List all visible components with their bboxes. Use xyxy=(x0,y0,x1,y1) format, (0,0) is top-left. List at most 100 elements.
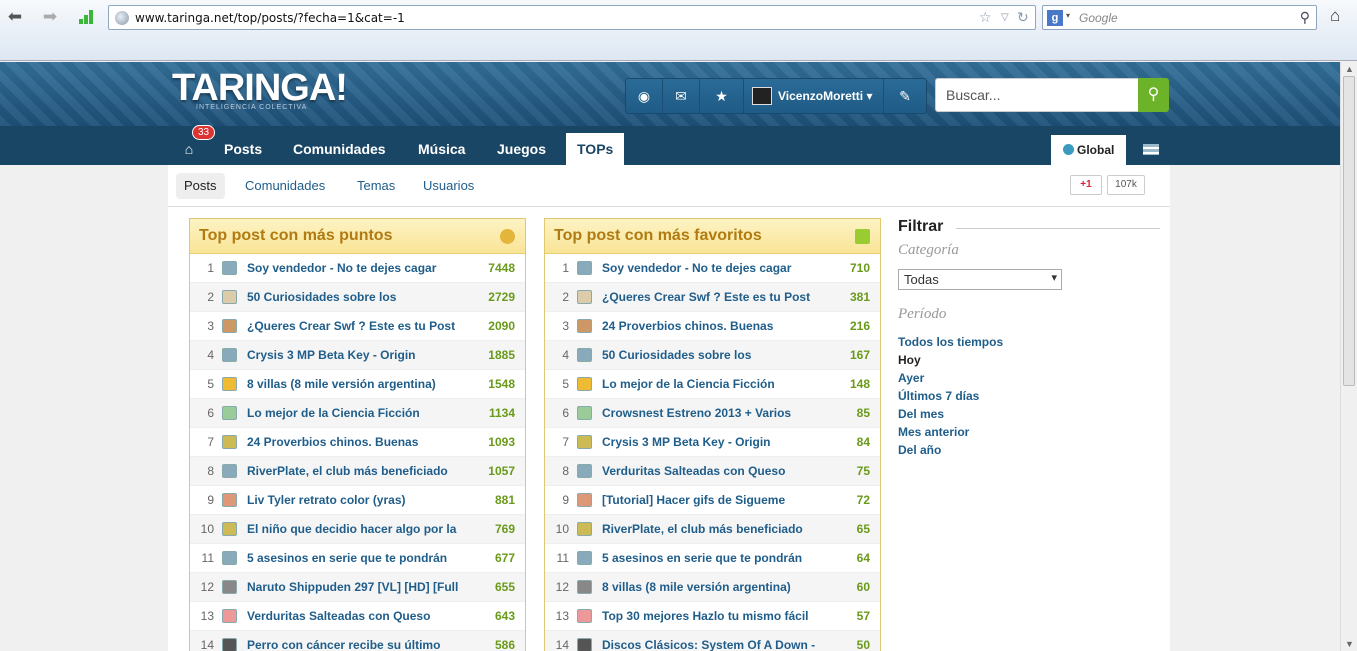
mail-icon[interactable]: ✉ xyxy=(663,79,700,113)
post-title-link[interactable]: RiverPlate, el club más beneficiado xyxy=(602,515,803,543)
period-option[interactable]: Hoy xyxy=(898,351,1160,369)
post-row[interactable]: 9 Liv Tyler retrato color (yras) 881 xyxy=(190,486,525,515)
post-title-link[interactable]: Verduritas Salteadas con Queso xyxy=(247,602,430,630)
star-bookmark-icon[interactable]: ☆ xyxy=(979,9,992,26)
period-option[interactable]: Del año xyxy=(898,441,1160,459)
post-row[interactable]: 12 8 villas (8 mile versión argentina) 60 xyxy=(545,573,880,602)
post-row[interactable]: 7 Crysis 3 MP Beta Key - Origin 84 xyxy=(545,428,880,457)
post-row[interactable]: 6 Lo mejor de la Ciencia Ficción 1134 xyxy=(190,399,525,428)
browser-search-box[interactable]: g ▾ Google ⚲ xyxy=(1042,5,1317,30)
post-title-link[interactable]: 5 asesinos en serie que te pondrán xyxy=(602,544,802,572)
period-option[interactable]: Ayer xyxy=(898,369,1160,387)
post-row[interactable]: 10 RiverPlate, el club más beneficiado 65 xyxy=(545,515,880,544)
post-title-link[interactable]: 50 Curiosidades sobre los xyxy=(247,283,396,311)
post-title-link[interactable]: Soy vendedor - No te dejes cagar xyxy=(602,254,791,282)
post-row[interactable]: 13 Verduritas Salteadas con Queso 643 xyxy=(190,602,525,631)
post-row[interactable]: 2 50 Curiosidades sobre los 2729 xyxy=(190,283,525,312)
post-row[interactable]: 4 50 Curiosidades sobre los 167 xyxy=(545,341,880,370)
post-title-link[interactable]: Crysis 3 MP Beta Key - Origin xyxy=(602,428,771,456)
post-title-link[interactable]: 5 asesinos en serie que te pondrán xyxy=(247,544,447,572)
post-row[interactable]: 5 8 villas (8 mile versión argentina) 1548 xyxy=(190,370,525,399)
scroll-up-icon[interactable]: ▲ xyxy=(1345,64,1354,74)
nav-comunidades[interactable]: Comunidades xyxy=(282,133,397,165)
post-title-link[interactable]: Discos Clásicos: System Of A Down - xyxy=(602,631,815,651)
google-plus-button[interactable]: +1 xyxy=(1070,175,1102,195)
period-option[interactable]: Mes anterior xyxy=(898,423,1160,441)
home-icon[interactable]: ⌂ xyxy=(1330,6,1340,26)
post-row[interactable]: 13 Top 30 mejores Hazlo tu mismo fácil 57 xyxy=(545,602,880,631)
post-title-link[interactable]: 8 villas (8 mile versión argentina) xyxy=(247,370,436,398)
period-option[interactable]: Últimos 7 días xyxy=(898,387,1160,405)
nav-musica[interactable]: Música xyxy=(407,133,476,165)
search-button[interactable]: ⚲ xyxy=(1138,78,1169,112)
post-title-link[interactable]: El niño que decidio hacer algo por la xyxy=(247,515,456,543)
nav-tops[interactable]: TOPs xyxy=(566,133,625,165)
region-global-button[interactable]: Global xyxy=(1051,135,1126,165)
post-row[interactable]: 10 El niño que decidio hacer algo por la 7… xyxy=(190,515,525,544)
subnav-temas[interactable]: Temas xyxy=(349,173,403,199)
post-row[interactable]: 14 Discos Clásicos: System Of A Down - 50 xyxy=(545,631,880,651)
notification-badge[interactable]: 33 xyxy=(192,125,216,140)
dropdown-icon[interactable]: ▾ xyxy=(1066,11,1070,20)
nav-posts[interactable]: Posts xyxy=(213,133,273,165)
post-title-link[interactable]: 8 villas (8 mile versión argentina) xyxy=(602,573,791,601)
post-title-link[interactable]: RiverPlate, el club más beneficiado xyxy=(247,457,448,485)
back-arrow-icon[interactable]: ⬅ xyxy=(4,6,26,28)
post-row[interactable]: 5 Lo mejor de la Ciencia Ficción 148 xyxy=(545,370,880,399)
post-row[interactable]: 11 5 asesinos en serie que te pondrán 64 xyxy=(545,544,880,573)
post-title-link[interactable]: Crowsnest Estreno 2013 + Varios xyxy=(602,399,791,427)
post-row[interactable]: 3 ¿Queres Crear Swf ? Este es tu Post 2090 xyxy=(190,312,525,341)
site-search-input[interactable]: Buscar... xyxy=(935,78,1139,112)
subnav-comunidades[interactable]: Comunidades xyxy=(237,173,333,199)
post-row[interactable]: 2 ¿Queres Crear Swf ? Este es tu Post 381 xyxy=(545,283,880,312)
post-title-link[interactable]: [Tutorial] Hacer gifs de Sigueme xyxy=(602,486,785,514)
period-option[interactable]: Del mes xyxy=(898,405,1160,423)
post-title-link[interactable]: ¿Queres Crear Swf ? Este es tu Post xyxy=(247,312,455,340)
post-title-link[interactable]: Top 30 mejores Hazlo tu mismo fácil xyxy=(602,602,809,630)
post-row[interactable]: 8 RiverPlate, el club más beneficiado 1057 xyxy=(190,457,525,486)
subnav-posts[interactable]: Posts xyxy=(176,173,225,199)
post-title-link[interactable]: Lo mejor de la Ciencia Ficción xyxy=(602,370,775,398)
subnav-usuarios[interactable]: Usuarios xyxy=(415,173,482,199)
post-row[interactable]: 3 24 Proverbios chinos. Buenas 216 xyxy=(545,312,880,341)
reload-icon[interactable]: ↻ xyxy=(1017,9,1029,26)
post-title-link[interactable]: Perro con cáncer recibe su último xyxy=(247,631,440,651)
scroll-down-icon[interactable]: ▼ xyxy=(1345,639,1354,649)
post-title-link[interactable]: Verduritas Salteadas con Queso xyxy=(602,457,785,485)
post-row[interactable]: 4 Crysis 3 MP Beta Key - Origin 1885 xyxy=(190,341,525,370)
post-row[interactable]: 12 Naruto Shippuden 297 [VL] [HD] [Full 65… xyxy=(190,573,525,602)
post-title-link[interactable]: Soy vendedor - No te dejes cagar xyxy=(247,254,436,282)
scrollbar-thumb[interactable] xyxy=(1343,76,1355,386)
post-title-link[interactable]: 24 Proverbios chinos. Buenas xyxy=(602,312,773,340)
post-row[interactable]: 6 Crowsnest Estreno 2013 + Varios 85 xyxy=(545,399,880,428)
post-title-link[interactable]: Liv Tyler retrato color (yras) xyxy=(247,486,406,514)
post-title-link[interactable]: Crysis 3 MP Beta Key - Origin xyxy=(247,341,416,369)
post-title-link[interactable]: 24 Proverbios chinos. Buenas xyxy=(247,428,418,456)
browser-search-input[interactable]: Google xyxy=(1079,11,1118,25)
user-menu[interactable]: VicenzoMoretti ▾ xyxy=(744,79,884,113)
edit-icon[interactable]: ✎ xyxy=(884,79,926,113)
post-title-link[interactable]: Naruto Shippuden 297 [VL] [HD] [Full xyxy=(247,573,458,601)
post-row[interactable]: 1 Soy vendedor - No te dejes cagar 710 xyxy=(545,254,880,283)
argentina-flag-icon[interactable] xyxy=(1143,144,1159,155)
post-row[interactable]: 8 Verduritas Salteadas con Queso 75 xyxy=(545,457,880,486)
post-row[interactable]: 7 24 Proverbios chinos. Buenas 1093 xyxy=(190,428,525,457)
forward-arrow-icon[interactable]: ➡ xyxy=(39,6,61,28)
username[interactable]: VicenzoMoretti ▾ xyxy=(778,89,872,103)
post-row[interactable]: 9 [Tutorial] Hacer gifs de Sigueme 72 xyxy=(545,486,880,515)
post-title-link[interactable]: Lo mejor de la Ciencia Ficción xyxy=(247,399,420,427)
address-bar[interactable]: www.taringa.net/top/posts/?fecha=1&cat=-… xyxy=(108,5,1036,30)
star-icon[interactable]: ★ xyxy=(700,79,744,113)
post-row[interactable]: 14 Perro con cáncer recibe su último 586 xyxy=(190,631,525,651)
period-option[interactable]: Todos los tiempos xyxy=(898,333,1160,351)
url-text[interactable]: www.taringa.net/top/posts/?fecha=1&cat=-… xyxy=(135,11,405,25)
post-title-link[interactable]: 50 Curiosidades sobre los xyxy=(602,341,751,369)
scrollbar[interactable]: ▲ ▼ xyxy=(1340,62,1357,651)
category-select[interactable]: Todas xyxy=(898,269,1062,290)
post-row[interactable]: 11 5 asesinos en serie que te pondrán 677 xyxy=(190,544,525,573)
dropdown-icon[interactable]: ▽ xyxy=(1001,12,1009,23)
eye-icon[interactable]: ◉ xyxy=(626,79,663,113)
search-icon[interactable]: ⚲ xyxy=(1300,9,1310,26)
nav-juegos[interactable]: Juegos xyxy=(486,133,557,165)
post-row[interactable]: 1 Soy vendedor - No te dejes cagar 7448 xyxy=(190,254,525,283)
